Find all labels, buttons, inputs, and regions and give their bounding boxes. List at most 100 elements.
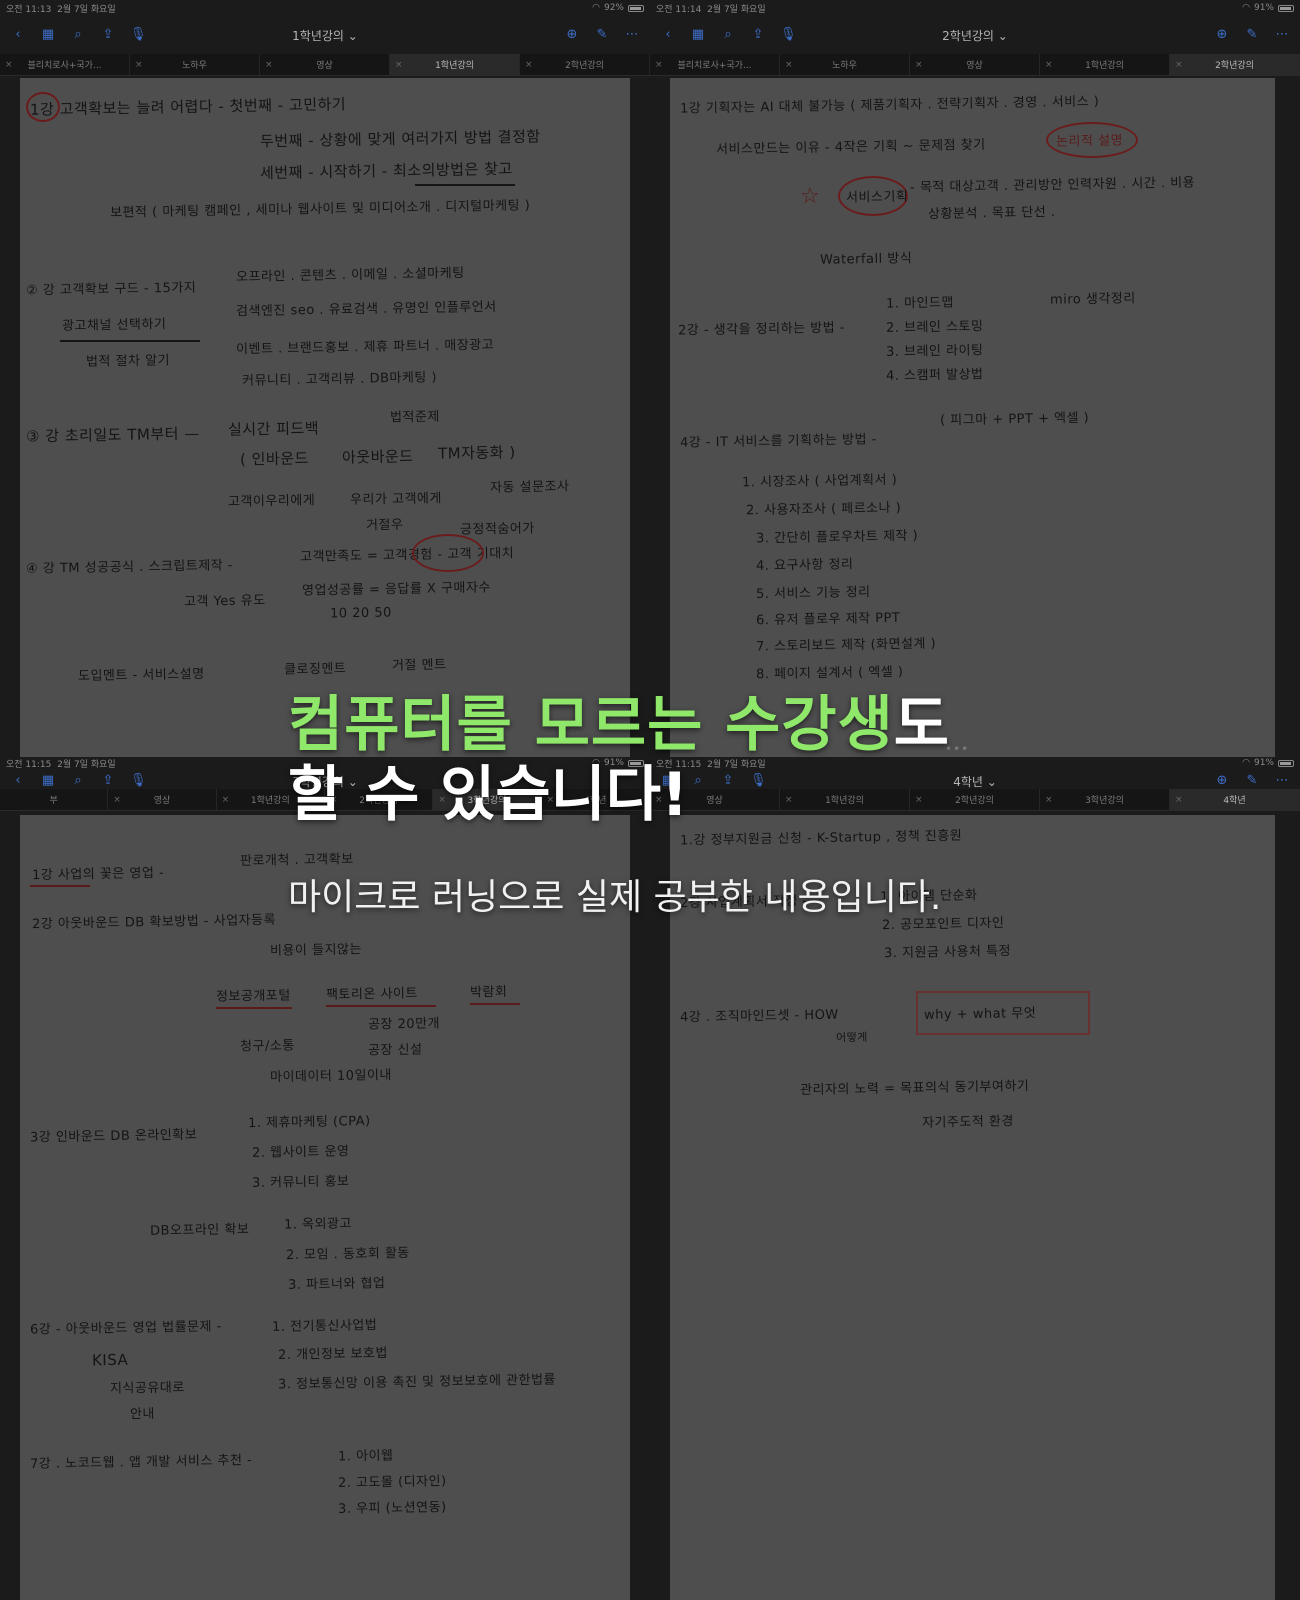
note-page[interactable]: 1.강 정부지원금 신청 - K-Startup , 정책 진흥원 2강 사업계… [670, 815, 1275, 1600]
tab-item-active[interactable]: × 1학년강의 [390, 54, 520, 75]
close-icon[interactable]: × [113, 795, 121, 805]
microphone-icon[interactable]: 🎙 [780, 27, 797, 43]
new-page-icon[interactable]: ⊕ [1214, 773, 1230, 789]
document-title[interactable]: 1학년강의 [292, 29, 344, 43]
star-icon: ☆ [799, 183, 821, 210]
close-icon[interactable]: × [330, 795, 338, 805]
tab-item[interactable]: × 노하우 [780, 54, 910, 75]
close-icon[interactable]: × [1045, 60, 1053, 70]
note-line: ( 피그마 + PPT + 엑셀 ) [939, 410, 1090, 429]
tab-item[interactable]: × 2학년강의 [520, 54, 650, 75]
close-icon[interactable]: × [438, 795, 446, 805]
tab-item[interactable]: 부 [0, 789, 109, 810]
tab-item[interactable]: × 노하우 [130, 54, 260, 75]
more-icon[interactable]: ⋯ [624, 27, 640, 43]
search-icon[interactable]: ⌕ [70, 27, 86, 43]
share-icon[interactable]: ⇪ [100, 773, 116, 789]
note-line: 상황분석 . 목표 단선 . [927, 204, 1056, 223]
search-icon[interactable]: ⌕ [690, 773, 706, 789]
chevron-down-icon[interactable]: ⌄ [348, 775, 358, 789]
grid-icon[interactable]: ▦ [660, 773, 676, 789]
share-icon[interactable]: ⇪ [750, 27, 766, 43]
note-line: 긍정적숨어가 [459, 521, 535, 538]
note-line: 판로개척 . 고객확보 [239, 852, 354, 869]
note-line: 서비스기획 [845, 189, 909, 206]
note-line: 1. 제휴마케팅 (CPA) [247, 1113, 371, 1132]
toolbar: ‹ ▦ ⌕ ⇪ 🎙 2학년강의 ⌄ ⊕ ✎ ⋯ [650, 18, 1300, 52]
share-icon[interactable]: ⇪ [720, 773, 736, 789]
note-line: 3. 브레인 라이팅 [885, 343, 984, 360]
grid-icon[interactable]: ▦ [690, 27, 706, 43]
close-icon[interactable]: × [655, 795, 663, 805]
back-icon[interactable]: ‹ [10, 773, 26, 789]
document-title[interactable]: 4학년 [953, 775, 983, 789]
tab-item[interactable]: × 2학년강의 [325, 789, 434, 810]
more-icon[interactable]: ⋯ [1274, 27, 1290, 43]
tab-item[interactable]: × 1학년강의 [780, 789, 910, 810]
tab-item-active[interactable]: × 4학년 [1170, 789, 1300, 810]
close-icon[interactable]: × [547, 795, 555, 805]
search-icon[interactable]: ⌕ [720, 27, 736, 43]
tab-item[interactable]: × 블리치로사+국가... [650, 54, 780, 75]
chevron-down-icon[interactable]: ⌄ [348, 29, 358, 43]
share-icon[interactable]: ⇪ [100, 27, 116, 43]
tab-item[interactable]: × 1학년강의 [1040, 54, 1170, 75]
tab-item-active[interactable]: × 3학년강의 [433, 789, 542, 810]
close-icon[interactable]: × [525, 60, 533, 70]
microphone-icon[interactable]: 🎙 [750, 773, 767, 789]
battery-percent: 92% [603, 3, 624, 13]
pen-icon[interactable]: ✎ [1244, 773, 1260, 789]
tab-item[interactable]: × 1학년강의 [217, 789, 325, 810]
back-icon[interactable]: ‹ [660, 27, 676, 43]
chevron-down-icon[interactable]: ⌄ [987, 775, 997, 789]
grid-icon[interactable]: ▦ [40, 27, 56, 43]
close-icon[interactable]: × [915, 60, 923, 70]
close-icon[interactable]: × [1175, 795, 1183, 805]
back-icon[interactable]: ‹ [10, 27, 26, 43]
tab-item[interactable]: × 영상 [108, 789, 217, 810]
note-line: 실시간 피드백 [227, 419, 320, 439]
close-icon[interactable]: × [135, 60, 143, 70]
note-line: 이벤트 . 브랜드홍보 . 제휴 파트너 . 매장광고 [235, 337, 495, 358]
new-page-icon[interactable]: ⊕ [1214, 27, 1230, 43]
note-line: 10 20 50 [329, 605, 393, 622]
tab-item[interactable]: × 영상 [650, 789, 780, 810]
close-icon[interactable]: × [785, 795, 793, 805]
tab-item[interactable]: × 2학년강의 [910, 789, 1040, 810]
search-icon[interactable]: ⌕ [70, 773, 86, 789]
close-icon[interactable]: × [222, 795, 230, 805]
tab-item[interactable]: × 블리치로사+국가... [0, 54, 130, 75]
note-page[interactable]: 1강 기획자는 AI 대체 불가능 ( 제품기획자 . 전략기획자 . 경영 .… [670, 78, 1275, 757]
note-line: 자기주도적 환경 [921, 1114, 1015, 1131]
note-line: 법적준제 [389, 409, 441, 426]
note-line: 1강 고객확보는 늘려 어렵다 - 첫번째 - 고민하기 [29, 95, 347, 119]
close-icon[interactable]: × [785, 60, 793, 70]
pen-icon[interactable]: ✎ [594, 27, 610, 43]
document-title[interactable]: 3학년강의 [292, 775, 344, 789]
document-title[interactable]: 2학년강의 [942, 29, 994, 43]
close-icon[interactable]: × [1045, 795, 1053, 805]
chevron-down-icon[interactable]: ⌄ [998, 29, 1008, 43]
tab-item[interactable]: × 영상 [910, 54, 1040, 75]
close-icon[interactable]: × [655, 60, 663, 70]
tab-item[interactable]: × 4학년 [542, 789, 650, 810]
tab-item-active[interactable]: × 2학년강의 [1170, 54, 1300, 75]
tab-item[interactable]: × 영상 [260, 54, 390, 75]
grid-icon[interactable]: ▦ [40, 773, 56, 789]
close-icon[interactable]: × [5, 60, 13, 70]
note-page[interactable]: 1강 고객확보는 늘려 어렵다 - 첫번째 - 고민하기 두번째 - 상황에 맞… [20, 78, 630, 757]
note-page[interactable]: 1강 사업의 꽃은 영업 - 판로개척 . 고객확보 2강 아웃바운드 DB 확… [20, 815, 630, 1600]
close-icon[interactable]: × [395, 60, 403, 70]
pen-icon[interactable]: ✎ [1244, 27, 1260, 43]
new-page-icon[interactable]: ⊕ [564, 27, 580, 43]
microphone-icon[interactable]: 🎙 [130, 773, 147, 789]
more-icon[interactable]: ⋯ [1274, 773, 1290, 789]
note-line: ( 인바운드 [239, 449, 309, 469]
close-icon[interactable]: × [915, 795, 923, 805]
window-handle[interactable]: ••• [945, 742, 969, 756]
close-icon[interactable]: × [265, 60, 273, 70]
status-time: 오전 11:14 [656, 4, 702, 15]
microphone-icon[interactable]: 🎙 [130, 27, 147, 43]
close-icon[interactable]: × [1175, 60, 1183, 70]
tab-item[interactable]: × 3학년강의 [1040, 789, 1170, 810]
